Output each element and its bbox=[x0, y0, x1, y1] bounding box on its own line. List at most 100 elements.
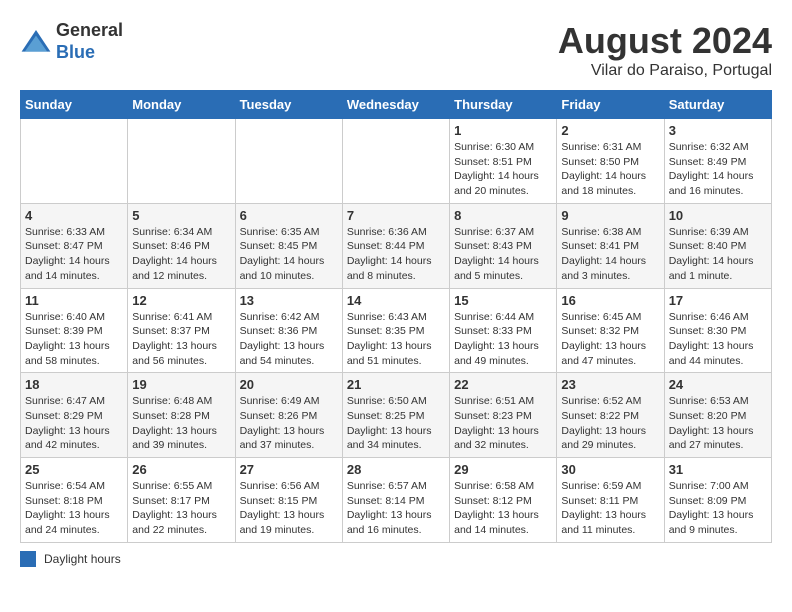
day-number: 26 bbox=[132, 462, 230, 477]
day-number: 16 bbox=[561, 293, 659, 308]
day-number: 11 bbox=[25, 293, 123, 308]
calendar-cell: 30 Sunrise: 6:59 AM Sunset: 8:11 PM Dayli… bbox=[557, 458, 664, 543]
day-info: Sunrise: 6:42 AM Sunset: 8:36 PM Dayligh… bbox=[240, 310, 338, 369]
day-number: 6 bbox=[240, 208, 338, 223]
logo: General Blue bbox=[20, 20, 123, 63]
day-info: Sunrise: 6:50 AM Sunset: 8:25 PM Dayligh… bbox=[347, 394, 445, 453]
day-info: Sunrise: 6:49 AM Sunset: 8:26 PM Dayligh… bbox=[240, 394, 338, 453]
weekday-header-row: SundayMondayTuesdayWednesdayThursdayFrid… bbox=[21, 91, 772, 119]
day-number: 7 bbox=[347, 208, 445, 223]
day-number: 5 bbox=[132, 208, 230, 223]
weekday-header-wednesday: Wednesday bbox=[342, 91, 449, 119]
calendar-cell: 11 Sunrise: 6:40 AM Sunset: 8:39 PM Dayli… bbox=[21, 288, 128, 373]
weekday-header-monday: Monday bbox=[128, 91, 235, 119]
calendar-cell: 23 Sunrise: 6:52 AM Sunset: 8:22 PM Dayli… bbox=[557, 373, 664, 458]
calendar-cell: 13Sunrise: 6:42 AM Sunset: 8:36 PM Dayli… bbox=[235, 288, 342, 373]
week-row-4: 18Sunrise: 6:47 AM Sunset: 8:29 PM Dayli… bbox=[21, 373, 772, 458]
calendar-cell bbox=[342, 119, 449, 204]
calendar-cell: 8 Sunrise: 6:37 AM Sunset: 8:43 PM Daylig… bbox=[450, 203, 557, 288]
calendar-cell bbox=[128, 119, 235, 204]
day-info: Sunrise: 6:54 AM Sunset: 8:18 PM Dayligh… bbox=[25, 479, 123, 538]
calendar-cell: 28Sunrise: 6:57 AM Sunset: 8:14 PM Dayli… bbox=[342, 458, 449, 543]
calendar-cell: 6 Sunrise: 6:35 AM Sunset: 8:45 PM Daylig… bbox=[235, 203, 342, 288]
calendar-cell: 14Sunrise: 6:43 AM Sunset: 8:35 PM Dayli… bbox=[342, 288, 449, 373]
calendar-cell: 7 Sunrise: 6:36 AM Sunset: 8:44 PM Daylig… bbox=[342, 203, 449, 288]
calendar-cell: 27 Sunrise: 6:56 AM Sunset: 8:15 PM Dayli… bbox=[235, 458, 342, 543]
day-number: 17 bbox=[669, 293, 767, 308]
day-info: Sunrise: 6:48 AM Sunset: 8:28 PM Dayligh… bbox=[132, 394, 230, 453]
day-info: Sunrise: 6:44 AM Sunset: 8:33 PM Dayligh… bbox=[454, 310, 552, 369]
month-title: August 2024 bbox=[558, 20, 772, 62]
day-number: 8 bbox=[454, 208, 552, 223]
calendar-cell: 2 Sunrise: 6:31 AM Sunset: 8:50 PM Daylig… bbox=[557, 119, 664, 204]
day-info: Sunrise: 6:47 AM Sunset: 8:29 PM Dayligh… bbox=[25, 394, 123, 453]
calendar-cell: 16Sunrise: 6:45 AM Sunset: 8:32 PM Dayli… bbox=[557, 288, 664, 373]
weekday-header-tuesday: Tuesday bbox=[235, 91, 342, 119]
day-number: 22 bbox=[454, 377, 552, 392]
day-info: Sunrise: 6:31 AM Sunset: 8:50 PM Dayligh… bbox=[561, 140, 659, 199]
calendar-cell bbox=[235, 119, 342, 204]
day-number: 3 bbox=[669, 123, 767, 138]
calendar-cell: 4Sunrise: 6:33 AM Sunset: 8:47 PM Daylig… bbox=[21, 203, 128, 288]
day-number: 25 bbox=[25, 462, 123, 477]
day-info: Sunrise: 6:59 AM Sunset: 8:11 PM Dayligh… bbox=[561, 479, 659, 538]
day-number: 29 bbox=[454, 462, 552, 477]
logo-icon bbox=[20, 26, 52, 58]
calendar-cell: 9Sunrise: 6:38 AM Sunset: 8:41 PM Daylig… bbox=[557, 203, 664, 288]
day-number: 31 bbox=[669, 462, 767, 477]
calendar-table: SundayMondayTuesdayWednesdayThursdayFrid… bbox=[20, 90, 772, 543]
day-number: 24 bbox=[669, 377, 767, 392]
calendar-cell: 29 Sunrise: 6:58 AM Sunset: 8:12 PM Dayli… bbox=[450, 458, 557, 543]
weekday-header-friday: Friday bbox=[557, 91, 664, 119]
header: General Blue August 2024 Vilar do Parais… bbox=[20, 20, 772, 80]
title-area: August 2024 Vilar do Paraiso, Portugal bbox=[558, 20, 772, 80]
legend-label: Daylight hours bbox=[44, 552, 121, 566]
weekday-header-saturday: Saturday bbox=[664, 91, 771, 119]
day-info: Sunrise: 6:46 AM Sunset: 8:30 PM Dayligh… bbox=[669, 310, 767, 369]
day-number: 2 bbox=[561, 123, 659, 138]
calendar-cell: 25 Sunrise: 6:54 AM Sunset: 8:18 PM Dayli… bbox=[21, 458, 128, 543]
day-number: 19 bbox=[132, 377, 230, 392]
day-info: Sunrise: 6:55 AM Sunset: 8:17 PM Dayligh… bbox=[132, 479, 230, 538]
weekday-header-thursday: Thursday bbox=[450, 91, 557, 119]
day-number: 12 bbox=[132, 293, 230, 308]
day-number: 28 bbox=[347, 462, 445, 477]
legend-area: Daylight hours bbox=[20, 551, 772, 567]
week-row-5: 25 Sunrise: 6:54 AM Sunset: 8:18 PM Dayli… bbox=[21, 458, 772, 543]
day-number: 27 bbox=[240, 462, 338, 477]
calendar-cell: 17 Sunrise: 6:46 AM Sunset: 8:30 PM Dayli… bbox=[664, 288, 771, 373]
calendar-cell: 10 Sunrise: 6:39 AM Sunset: 8:40 PM Dayli… bbox=[664, 203, 771, 288]
week-row-1: 1Sunrise: 6:30 AM Sunset: 8:51 PM Daylig… bbox=[21, 119, 772, 204]
calendar-cell: 24Sunrise: 6:53 AM Sunset: 8:20 PM Dayli… bbox=[664, 373, 771, 458]
day-info: Sunrise: 6:43 AM Sunset: 8:35 PM Dayligh… bbox=[347, 310, 445, 369]
day-info: Sunrise: 6:40 AM Sunset: 8:39 PM Dayligh… bbox=[25, 310, 123, 369]
day-number: 15 bbox=[454, 293, 552, 308]
weekday-header-sunday: Sunday bbox=[21, 91, 128, 119]
calendar-cell: 12 Sunrise: 6:41 AM Sunset: 8:37 PM Dayli… bbox=[128, 288, 235, 373]
calendar-cell: 22 Sunrise: 6:51 AM Sunset: 8:23 PM Dayli… bbox=[450, 373, 557, 458]
week-row-2: 4Sunrise: 6:33 AM Sunset: 8:47 PM Daylig… bbox=[21, 203, 772, 288]
day-info: Sunrise: 6:51 AM Sunset: 8:23 PM Dayligh… bbox=[454, 394, 552, 453]
week-row-3: 11 Sunrise: 6:40 AM Sunset: 8:39 PM Dayli… bbox=[21, 288, 772, 373]
day-info: Sunrise: 6:30 AM Sunset: 8:51 PM Dayligh… bbox=[454, 140, 552, 199]
calendar-cell bbox=[21, 119, 128, 204]
day-number: 10 bbox=[669, 208, 767, 223]
day-info: Sunrise: 6:56 AM Sunset: 8:15 PM Dayligh… bbox=[240, 479, 338, 538]
day-info: Sunrise: 6:52 AM Sunset: 8:22 PM Dayligh… bbox=[561, 394, 659, 453]
day-info: Sunrise: 6:41 AM Sunset: 8:37 PM Dayligh… bbox=[132, 310, 230, 369]
calendar-cell: 18Sunrise: 6:47 AM Sunset: 8:29 PM Dayli… bbox=[21, 373, 128, 458]
day-number: 23 bbox=[561, 377, 659, 392]
calendar-cell: 26 Sunrise: 6:55 AM Sunset: 8:17 PM Dayli… bbox=[128, 458, 235, 543]
location-subtitle: Vilar do Paraiso, Portugal bbox=[558, 62, 772, 80]
day-info: Sunrise: 6:32 AM Sunset: 8:49 PM Dayligh… bbox=[669, 140, 767, 199]
day-info: Sunrise: 6:58 AM Sunset: 8:12 PM Dayligh… bbox=[454, 479, 552, 538]
day-info: Sunrise: 6:36 AM Sunset: 8:44 PM Dayligh… bbox=[347, 225, 445, 284]
day-info: Sunrise: 6:39 AM Sunset: 8:40 PM Dayligh… bbox=[669, 225, 767, 284]
day-info: Sunrise: 7:00 AM Sunset: 8:09 PM Dayligh… bbox=[669, 479, 767, 538]
logo-text: General Blue bbox=[56, 20, 123, 63]
legend-box bbox=[20, 551, 36, 567]
day-info: Sunrise: 6:35 AM Sunset: 8:45 PM Dayligh… bbox=[240, 225, 338, 284]
day-info: Sunrise: 6:37 AM Sunset: 8:43 PM Dayligh… bbox=[454, 225, 552, 284]
day-number: 21 bbox=[347, 377, 445, 392]
day-number: 30 bbox=[561, 462, 659, 477]
